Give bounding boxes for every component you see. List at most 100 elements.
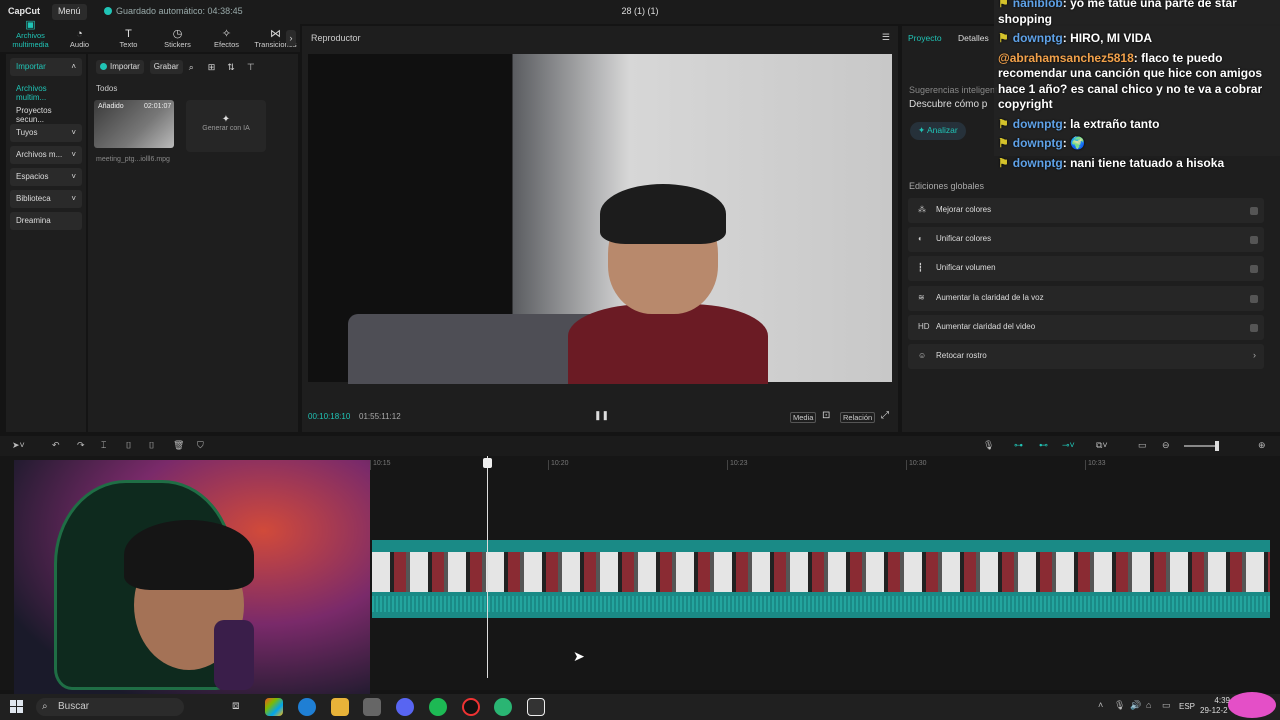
sidebar-item-media-files[interactable]: Archivos multim... bbox=[10, 80, 82, 102]
chat-user: downptg bbox=[1012, 31, 1063, 45]
search-icon[interactable]: ⌕ bbox=[189, 62, 194, 73]
tool-audio[interactable]: ◔ Audio bbox=[55, 28, 104, 52]
zoom-slider[interactable] bbox=[1184, 445, 1218, 447]
store-icon[interactable] bbox=[363, 698, 381, 716]
analyze-button[interactable]: ✦ Analizar bbox=[910, 122, 966, 140]
trim-left-icon[interactable]: ⌷ bbox=[126, 440, 131, 451]
toolbar-next-arrow-icon[interactable]: › bbox=[286, 30, 296, 46]
magnet-icon[interactable]: ⊷ bbox=[1039, 440, 1048, 451]
capcut-icon[interactable] bbox=[527, 698, 545, 716]
obs-icon[interactable] bbox=[462, 698, 480, 716]
browser-icon[interactable] bbox=[494, 698, 512, 716]
text-icon: T bbox=[125, 28, 132, 40]
copilot-icon[interactable] bbox=[265, 698, 283, 716]
toggle[interactable] bbox=[1250, 207, 1258, 215]
streamer-hair bbox=[124, 520, 254, 590]
tool-text[interactable]: T Texto bbox=[104, 28, 153, 52]
pause-icon[interactable]: ❚❚ bbox=[594, 410, 609, 421]
sidebar-item-spaces[interactable]: Espacios ˅ bbox=[10, 168, 82, 186]
delete-icon[interactable]: 🗑 bbox=[173, 440, 184, 451]
edit-voice-clarity[interactable]: ≋ Aumentar la claridad de la voz bbox=[908, 286, 1264, 311]
import-button[interactable]: Importar bbox=[96, 60, 144, 74]
player-menu-icon[interactable]: ☰ bbox=[882, 32, 890, 43]
total-time: 01:55:11:12 bbox=[359, 412, 401, 421]
edge-icon[interactable] bbox=[298, 698, 316, 716]
tool-effects[interactable]: ✧ Efectos bbox=[202, 28, 251, 52]
player-panel: Reproductor ☰ 00:10:18:10 01:55:11:12 ❚❚… bbox=[302, 26, 898, 432]
task-view-icon[interactable]: ⧈ bbox=[232, 698, 250, 716]
sidebar-item-yours[interactable]: Tuyos ˅ bbox=[10, 124, 82, 142]
media-button[interactable]: Media bbox=[790, 412, 817, 423]
sidebar-item-dreamina[interactable]: Dreamina bbox=[10, 212, 82, 230]
sidebar-item-files[interactable]: Archivos m... ˅ bbox=[10, 146, 82, 164]
redo-icon[interactable]: ↷ bbox=[77, 440, 85, 451]
tray-network-icon[interactable]: ⌂ bbox=[1146, 700, 1151, 710]
toggle[interactable] bbox=[1250, 295, 1258, 303]
chevron-down-icon: ˅ bbox=[71, 150, 76, 159]
trim-right-icon[interactable]: ⌷ bbox=[149, 440, 154, 451]
sidebar-item-label: Archivos m... bbox=[16, 150, 63, 159]
zoom-slider-handle[interactable] bbox=[1215, 441, 1219, 451]
split-icon[interactable]: ⌶ bbox=[101, 440, 106, 451]
timeline-tick: 10:20 bbox=[548, 460, 569, 470]
snap-icon[interactable]: ⊸˅ bbox=[1062, 440, 1075, 451]
link-icon[interactable]: ⊶ bbox=[1014, 440, 1023, 451]
sidebar-item-library[interactable]: Biblioteca ˅ bbox=[10, 190, 82, 208]
tray-mic-icon[interactable]: 🎙 bbox=[1114, 700, 1125, 711]
zoom-fit-icon[interactable]: ⊕ bbox=[1258, 440, 1266, 451]
sort-icon[interactable]: ⇅ bbox=[227, 62, 235, 73]
spotify-icon[interactable] bbox=[429, 698, 447, 716]
tool-stickers-label: Stickers bbox=[164, 40, 191, 49]
zoom-out-icon[interactable]: ⊖ bbox=[1162, 440, 1170, 451]
toggle[interactable] bbox=[1250, 265, 1258, 273]
caption-icon[interactable]: ▭ bbox=[1138, 440, 1147, 451]
screenshot-icon[interactable]: ⊡ bbox=[822, 410, 830, 421]
video-track-clip[interactable] bbox=[372, 540, 1270, 618]
windows-start-icon[interactable] bbox=[10, 700, 23, 713]
autosave-text: Guardado automático: 04:38:45 bbox=[116, 6, 243, 16]
tool-media[interactable]: ▣ Archivos multimedia bbox=[6, 19, 55, 52]
clock-date[interactable]: 29-12-2 bbox=[1200, 706, 1228, 715]
media-panel: Importar Grabar ⌕ ⊞ ⇅ ⊤ Todos Añadido 02… bbox=[88, 54, 298, 432]
playhead-handle[interactable] bbox=[483, 458, 492, 468]
undo-icon[interactable]: ↶ bbox=[52, 440, 60, 451]
edit-unify-colors[interactable]: ◐ Unificar colores bbox=[908, 227, 1264, 252]
ratio-button[interactable]: Relación bbox=[840, 412, 876, 423]
fullscreen-icon[interactable]: ⤢ bbox=[881, 410, 889, 421]
shield-icon[interactable]: ⛉ bbox=[197, 440, 204, 451]
toggle[interactable] bbox=[1250, 236, 1258, 244]
tray-chevron-icon[interactable]: ˄ bbox=[1098, 700, 1103, 710]
tool-stickers[interactable]: ◷ Stickers bbox=[153, 28, 202, 52]
sidebar-item-import[interactable]: Importar ˄ bbox=[10, 58, 82, 76]
menu-button[interactable]: Menú bbox=[52, 4, 87, 20]
taskbar-search[interactable]: ⌕ Buscar bbox=[36, 698, 184, 716]
toggle[interactable] bbox=[1250, 324, 1258, 332]
view-toggle-icon[interactable]: ⊞ bbox=[208, 62, 216, 73]
explorer-icon[interactable] bbox=[331, 698, 349, 716]
edit-video-clarity[interactable]: HD Aumentar claridad del video bbox=[908, 315, 1264, 340]
edit-label: Unificar volumen bbox=[936, 263, 996, 272]
tray-volume-icon[interactable]: 🔊 bbox=[1130, 700, 1141, 711]
tab-project[interactable]: Proyecto bbox=[908, 33, 942, 43]
language-indicator[interactable]: ESP bbox=[1179, 702, 1195, 711]
edit-retouch-face[interactable]: ☺ Retocar rostro › bbox=[908, 344, 1264, 369]
chat-user: @abrahamsanchez5818 bbox=[998, 50, 1134, 65]
media-toolbar: Importar Grabar ⌕ ⊞ ⇅ ⊤ bbox=[96, 60, 255, 74]
sidebar-item-secondary-projects[interactable]: Proyectos secun... bbox=[10, 102, 82, 124]
record-button[interactable]: Grabar bbox=[149, 60, 183, 74]
filter-icon[interactable]: ⊤ bbox=[247, 62, 255, 73]
microphone-icon[interactable]: 🎙 bbox=[983, 440, 994, 451]
preview-axis-icon[interactable]: ⧉˅ bbox=[1096, 440, 1108, 451]
select-tool-icon[interactable]: ➤˅ bbox=[12, 440, 25, 451]
generate-ai-card[interactable]: ✦ Generar con IA bbox=[186, 100, 266, 152]
chat-user: downptg bbox=[1012, 155, 1063, 170]
edit-unify-volume[interactable]: ┇ Unificar volumen bbox=[908, 256, 1264, 281]
discord-icon[interactable] bbox=[396, 698, 414, 716]
tray-display-icon[interactable]: ▭ bbox=[1162, 700, 1171, 711]
playhead[interactable] bbox=[487, 456, 488, 678]
tab-details[interactable]: Detalles bbox=[958, 33, 989, 43]
video-preview[interactable] bbox=[308, 54, 892, 384]
edit-enhance-colors[interactable]: ⁂ Mejorar colores bbox=[908, 198, 1264, 223]
chat-message: ⚑ downptg: nani tiene tatuado a hisoka bbox=[994, 154, 1280, 174]
clock-time[interactable]: 4:39 bbox=[1208, 696, 1230, 705]
